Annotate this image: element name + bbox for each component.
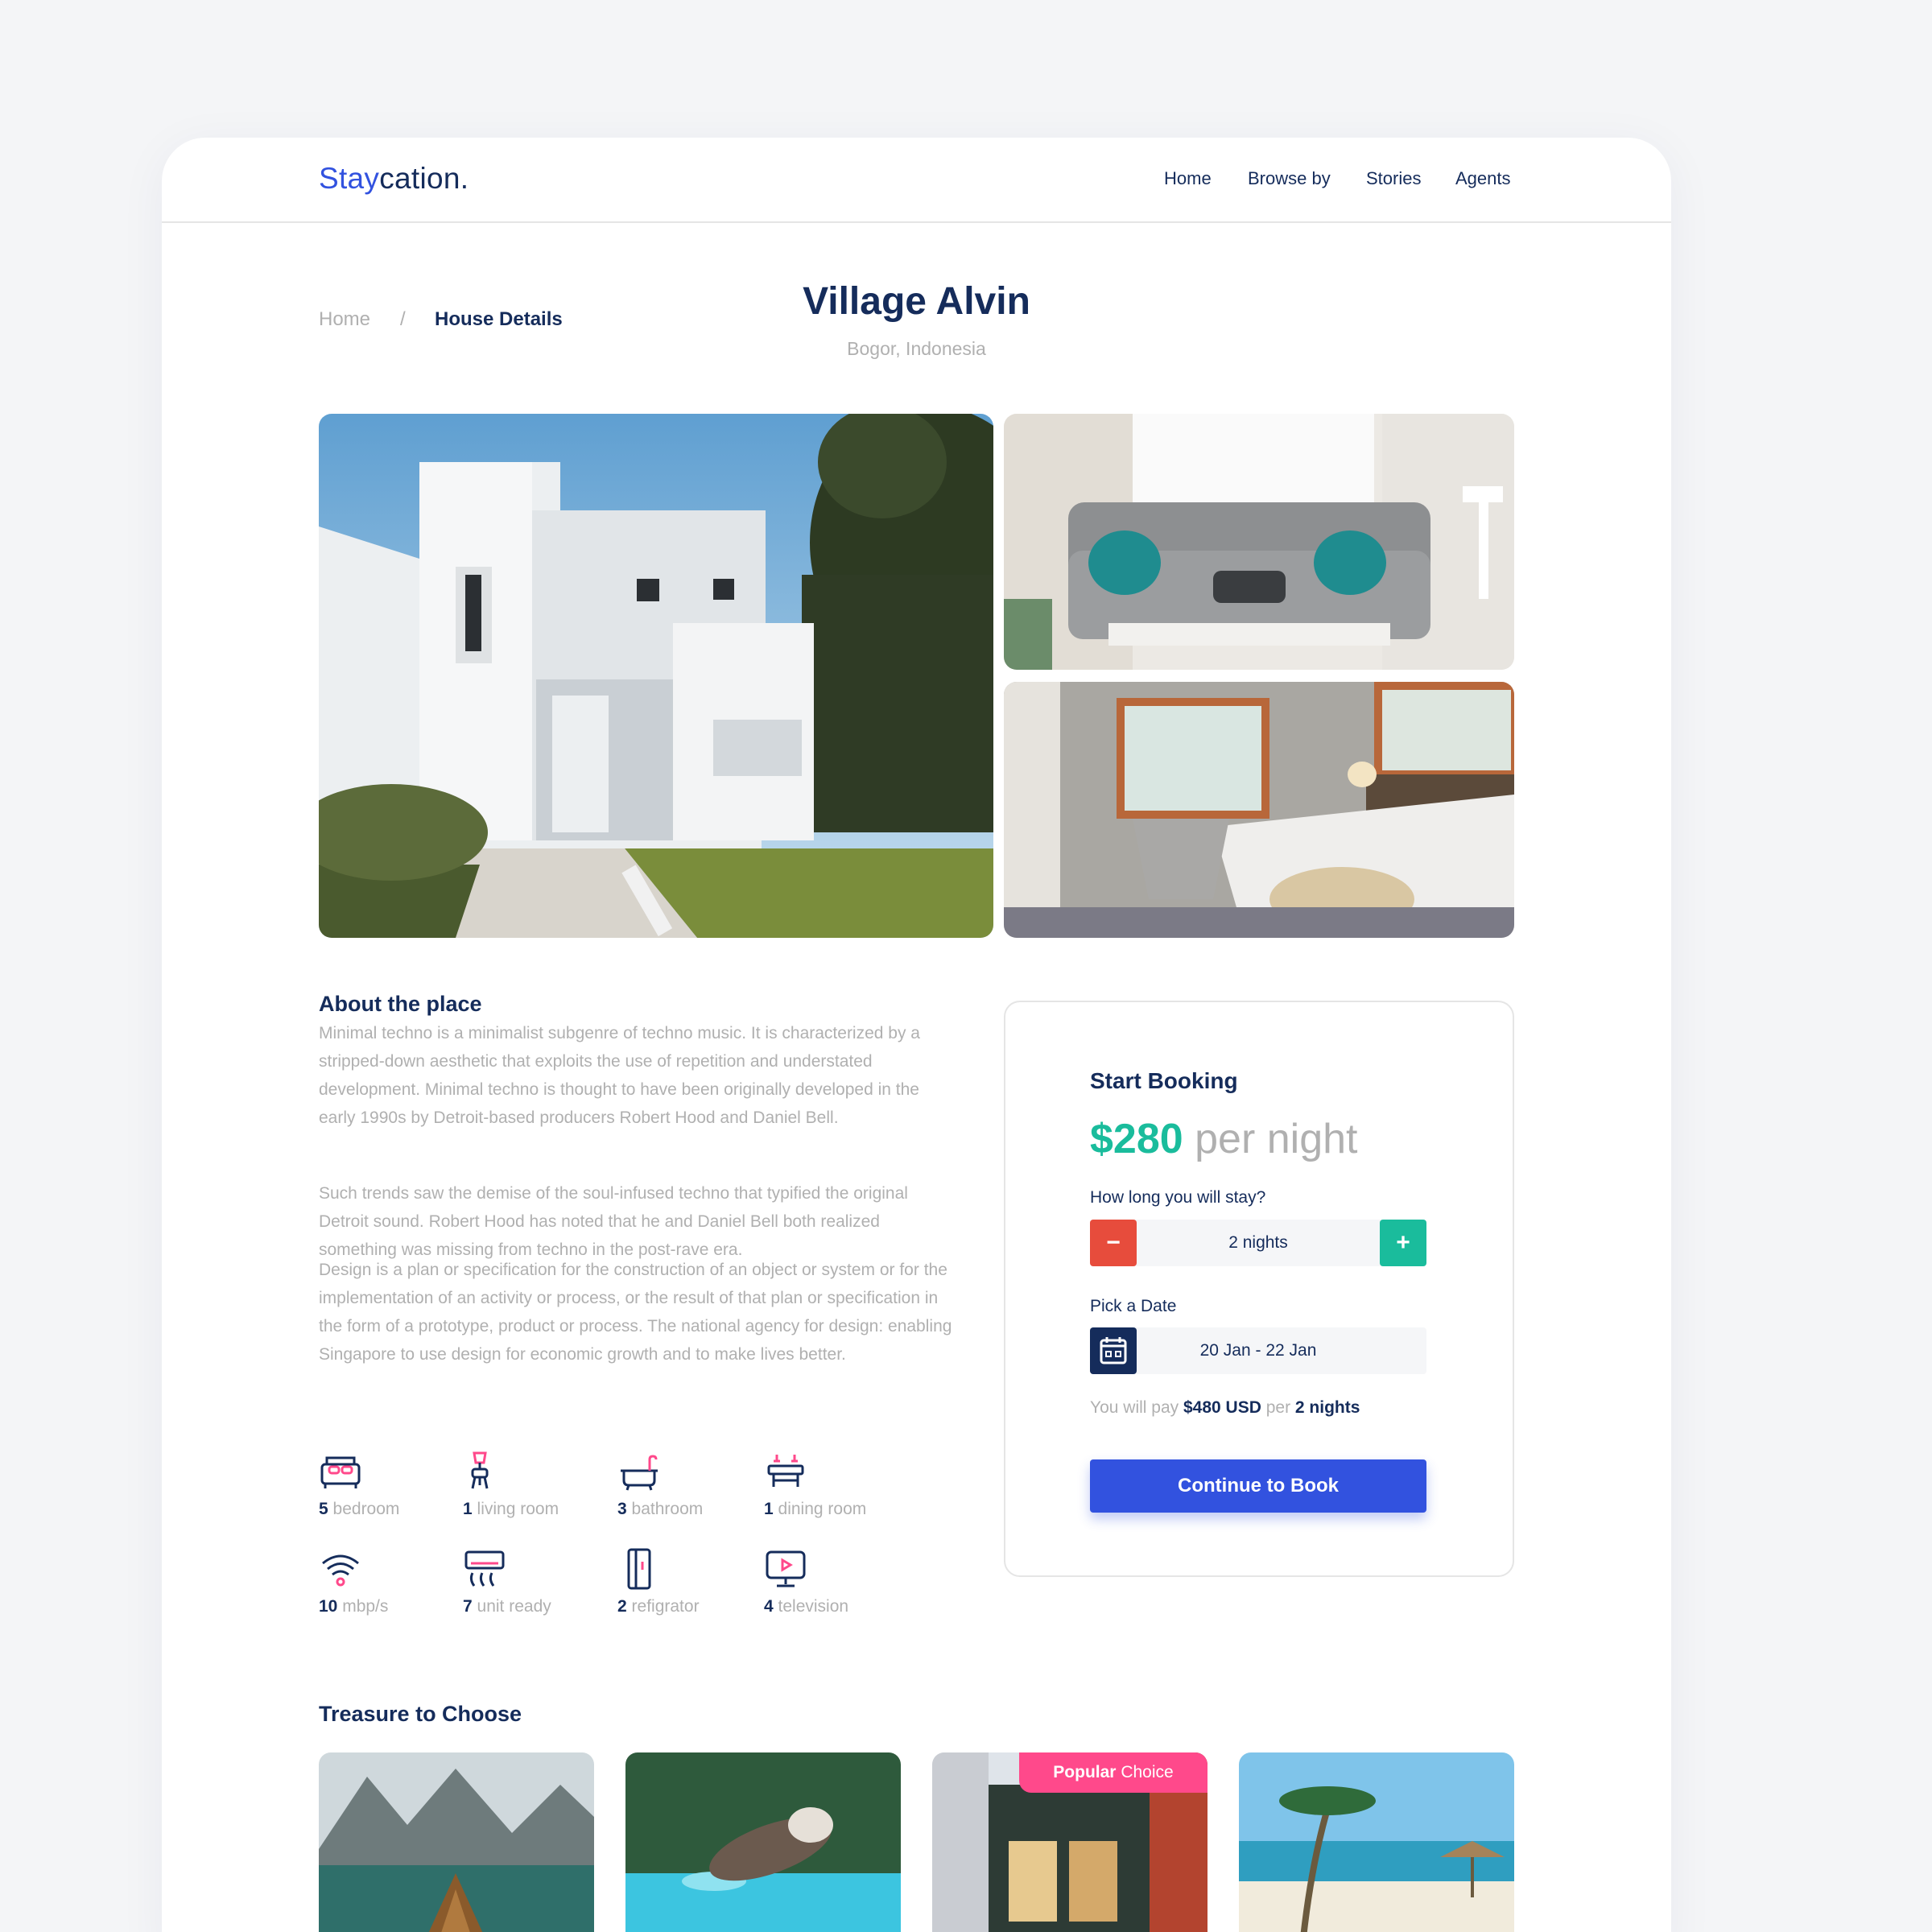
lamp-icon [471, 1451, 489, 1489]
pay-prefix: You will pay [1090, 1398, 1179, 1417]
wifi-icon [322, 1554, 359, 1587]
popular-choice-badge: Popular Choice [1019, 1752, 1208, 1793]
calendar-button[interactable] [1090, 1327, 1137, 1374]
date-label: Pick a Date [1090, 1297, 1177, 1315]
treasure-tile-beach[interactable] [1239, 1752, 1514, 1932]
feature-refrigerator: 2 refigrator [617, 1547, 762, 1616]
treasure-tile-dog-pool[interactable] [625, 1752, 901, 1932]
feature-television: 4 television [764, 1547, 909, 1616]
brand-accent: Stay [319, 162, 380, 195]
duration-label: How long you will stay? [1090, 1188, 1266, 1207]
feature-label: mbp/s [342, 1597, 389, 1616]
nav-stories[interactable]: Stories [1366, 168, 1421, 189]
booking-title: Start Booking [1090, 1068, 1238, 1093]
about-paragraph: Such trends saw the demise of the soul-i… [319, 1184, 908, 1259]
feature-label: refigrator [631, 1597, 700, 1616]
duration-value[interactable]: 2 nights [1137, 1220, 1380, 1266]
calendar-icon [1100, 1337, 1127, 1364]
gallery-main-photo[interactable] [319, 414, 993, 938]
gallery-bedroom-photo[interactable] [1004, 682, 1514, 938]
badge-bold: Popular [1053, 1763, 1117, 1781]
feature-label: unit ready [477, 1597, 551, 1616]
brand-logo[interactable]: Staycation. [319, 162, 469, 196]
badge-rest: Choice [1121, 1763, 1174, 1781]
feature-count: 3 [617, 1500, 627, 1518]
nav-home[interactable]: Home [1164, 168, 1212, 189]
feature-living-room: 1 living room [463, 1450, 608, 1519]
feature-count: 7 [463, 1597, 473, 1616]
dining-table-icon [767, 1455, 804, 1487]
feature-count: 1 [764, 1500, 774, 1518]
continue-to-book-button[interactable]: Continue to Book [1090, 1459, 1426, 1513]
refrigerator-icon [627, 1548, 651, 1590]
feature-count: 10 [319, 1597, 338, 1616]
pay-nights: 2 nights [1294, 1398, 1360, 1417]
location-subtitle: Bogor, Indonesia [847, 338, 986, 359]
air-conditioner-icon [464, 1550, 505, 1587]
feature-label: living room [477, 1500, 559, 1518]
feature-label: bedroom [332, 1500, 400, 1518]
bathtub-icon [621, 1455, 658, 1491]
feature-label: bathroom [631, 1500, 704, 1518]
feature-air-conditioner: 7 unit ready [463, 1547, 608, 1616]
treasure-heading: Treasure to Choose [319, 1702, 522, 1726]
date-picker[interactable]: 20 Jan - 22 Jan [1090, 1327, 1426, 1374]
page-title: Village Alvin [803, 280, 1030, 323]
nav-agents[interactable]: Agents [1455, 168, 1511, 189]
payment-summary: You will pay $480 USD per 2 nights [1090, 1398, 1360, 1418]
feature-bathroom: 3 bathroom [617, 1450, 762, 1519]
duration-stepper: − 2 nights + [1090, 1220, 1426, 1266]
gallery-living-room-photo[interactable] [1004, 414, 1514, 670]
pay-amount: $480 USD [1183, 1398, 1261, 1417]
feature-count: 2 [617, 1597, 627, 1616]
increase-nights-button[interactable]: + [1380, 1220, 1426, 1266]
nav-browse-by[interactable]: Browse by [1248, 168, 1331, 189]
about-heading: About the place [319, 992, 482, 1016]
booking-card: Start Booking $280 per night How long yo… [1004, 1001, 1514, 1577]
feature-count: 5 [319, 1500, 328, 1518]
price-display: $280 per night [1090, 1115, 1358, 1163]
television-icon [766, 1550, 806, 1587]
feature-label: television [778, 1597, 849, 1616]
top-navbar: Staycation. Home Browse by Stories Agent… [162, 138, 1671, 223]
feature-count: 1 [463, 1500, 473, 1518]
about-paragraph: Design is a plan or specification for th… [319, 1261, 952, 1364]
date-range-value[interactable]: 20 Jan - 22 Jan [1137, 1327, 1380, 1374]
bed-icon [320, 1456, 361, 1488]
treasure-tile-mountain-lake[interactable] [319, 1752, 594, 1932]
feature-label: dining room [778, 1500, 867, 1518]
feature-bedroom: 5 bedroom [319, 1450, 464, 1519]
page-card: Staycation. Home Browse by Stories Agent… [162, 138, 1671, 1932]
treasure-tile-storefront[interactable]: Popular Choice [932, 1752, 1208, 1932]
feature-dining-room: 1 dining room [764, 1450, 909, 1519]
decrease-nights-button[interactable]: − [1090, 1220, 1137, 1266]
feature-wifi: 10 mbp/s [319, 1547, 464, 1616]
about-paragraph: Minimal techno is a minimalist subgenre … [319, 1024, 920, 1127]
price-amount: $280 [1090, 1116, 1183, 1162]
brand-rest: cation. [379, 162, 469, 195]
price-unit: per night [1195, 1116, 1358, 1162]
feature-count: 4 [764, 1597, 774, 1616]
pay-per: per [1265, 1398, 1291, 1417]
